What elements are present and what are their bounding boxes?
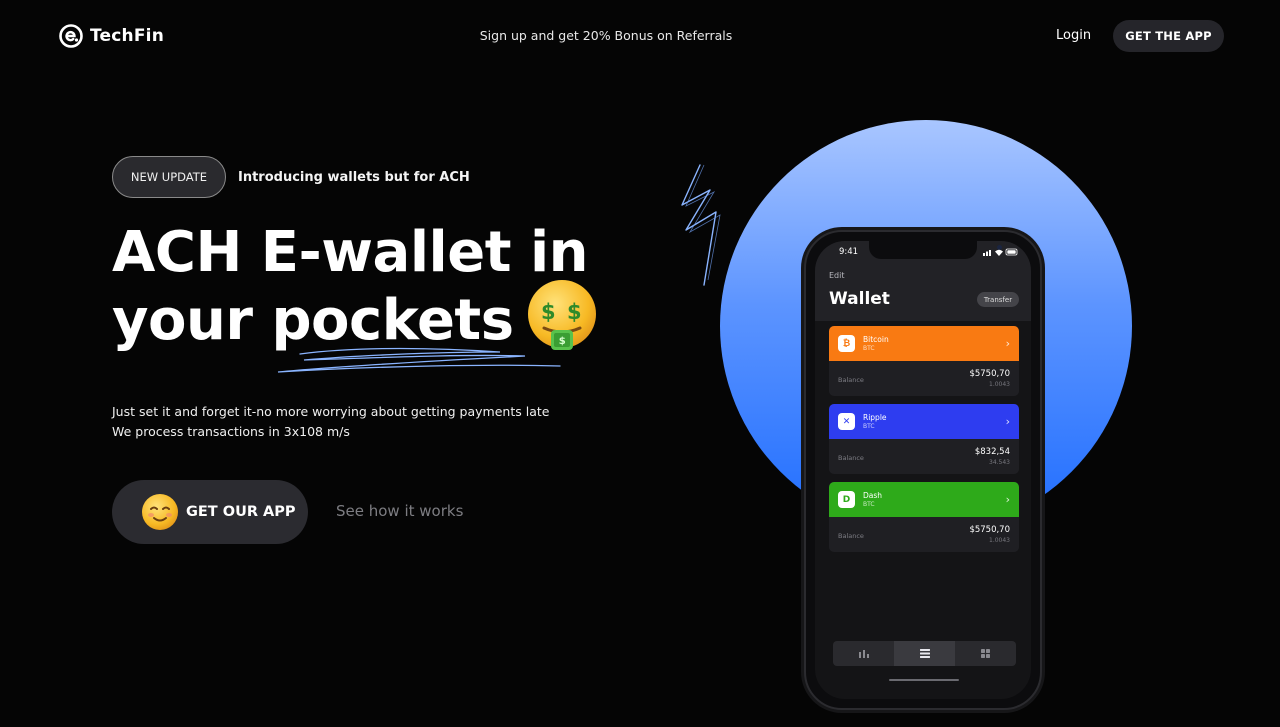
promo-text[interactable]: Sign up and get 20% Bonus on Referrals — [0, 28, 1212, 43]
bitcoin-icon: ₿ — [838, 335, 855, 352]
chevron-right-icon: › — [1005, 337, 1010, 350]
coin-symbol: BTC — [863, 501, 875, 508]
dash-icon: D — [838, 491, 855, 508]
chevron-right-icon: › — [1005, 415, 1010, 428]
ripple-icon: ✕ — [838, 413, 855, 430]
login-link[interactable]: Login — [1056, 28, 1091, 43]
balance-label: Balance — [838, 532, 864, 540]
wallet-list-icon — [919, 649, 930, 658]
cta-label: GET OUR APP — [186, 504, 296, 520]
phone-notch — [869, 241, 1002, 259]
chart-icon — [858, 649, 869, 658]
coin-name: Ripple — [863, 413, 887, 422]
underline-scribble — [277, 347, 561, 373]
card-header: ✕ Ripple BTC › — [829, 404, 1019, 439]
tab-wallet[interactable] — [894, 641, 955, 666]
balance-amount: 1.0043 — [989, 381, 1010, 388]
update-badge-row: NEW UPDATE Introducing wallets but for A… — [112, 156, 470, 198]
top-nav: TechFin Sign up and get 20% Bonus on Ref… — [0, 0, 1280, 72]
coin-symbol: BTC — [863, 345, 875, 352]
hero-subtitle: Just set it and forget it-no more worryi… — [112, 402, 549, 442]
svg-text:$: $ — [566, 300, 580, 324]
subtitle-line-2: We process transactions in 3x108 m/s — [112, 424, 350, 439]
smiling-face-icon — [142, 494, 178, 530]
wallet-header: 9:41 Edit Wallet Transfer — [815, 241, 1031, 321]
phone-tab-bar — [833, 641, 1016, 666]
update-announcement: Introducing wallets but for ACH — [238, 169, 470, 185]
balance-value: $832,54 — [974, 447, 1010, 457]
zigzag-scribble — [681, 164, 721, 286]
svg-text:$: $ — [540, 300, 554, 324]
wallet-card-bitcoin[interactable]: ₿ Bitcoin BTC › Balance $5750,70 1.0043 — [829, 326, 1019, 396]
grid-icon — [981, 649, 990, 658]
coin-symbol: BTC — [863, 423, 875, 430]
subtitle-line-1: Just set it and forget it-no more worryi… — [112, 404, 550, 419]
new-update-badge[interactable]: NEW UPDATE — [112, 156, 226, 198]
tab-grid[interactable] — [955, 641, 1016, 666]
tab-chart[interactable] — [833, 641, 894, 666]
card-header: ₿ Bitcoin BTC › — [829, 326, 1019, 361]
home-indicator[interactable] — [889, 679, 959, 681]
see-how-it-works-link[interactable]: See how it works — [336, 502, 463, 520]
wallet-title: Wallet — [829, 289, 890, 309]
balance-value: $5750,70 — [969, 525, 1010, 535]
status-time: 9:41 — [839, 247, 859, 257]
balance-value: $5750,70 — [969, 369, 1010, 379]
headline-line-1: ACH E-wallet in — [112, 220, 589, 285]
wallet-card-ripple[interactable]: ✕ Ripple BTC › Balance $832,54 34.543 — [829, 404, 1019, 474]
get-the-app-button[interactable]: GET THE APP — [1113, 20, 1224, 52]
phone-screen: 9:41 Edit Wallet Transfer ₿ Bitcoin BTC … — [815, 241, 1031, 699]
chevron-right-icon: › — [1005, 493, 1010, 506]
transfer-button[interactable]: Transfer — [977, 292, 1019, 307]
get-our-app-button[interactable]: GET OUR APP — [112, 480, 308, 544]
coin-name: Bitcoin — [863, 335, 889, 344]
phone-mockup: 9:41 Edit Wallet Transfer ₿ Bitcoin BTC … — [804, 230, 1042, 710]
balance-amount: 34.543 — [989, 459, 1010, 466]
edit-link[interactable]: Edit — [829, 271, 845, 280]
balance-amount: 1.0043 — [989, 537, 1010, 544]
card-header: D Dash BTC › — [829, 482, 1019, 517]
status-icons — [983, 248, 1018, 256]
wallet-card-dash[interactable]: D Dash BTC › Balance $5750,70 1.0043 — [829, 482, 1019, 552]
balance-label: Balance — [838, 454, 864, 462]
balance-label: Balance — [838, 376, 864, 384]
coin-name: Dash — [863, 491, 883, 500]
